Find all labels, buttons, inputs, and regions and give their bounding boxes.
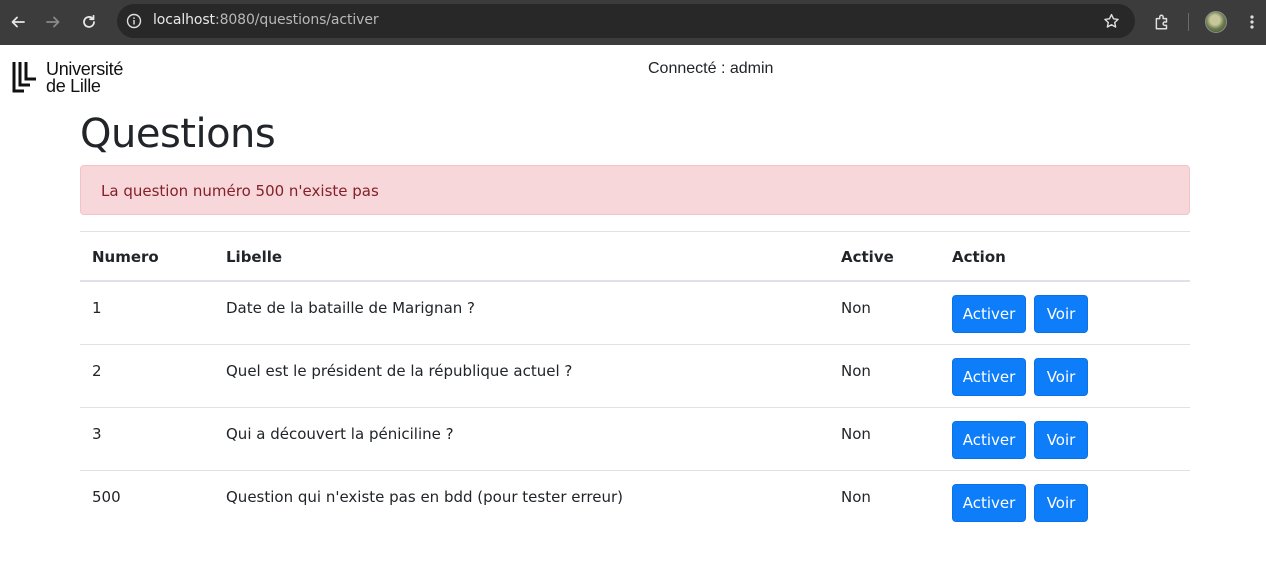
cell-libelle: Date de la bataille de Marignan ? xyxy=(226,299,475,317)
voir-button[interactable]: Voir xyxy=(1034,421,1088,459)
reload-icon[interactable] xyxy=(75,8,103,36)
address-bar[interactable]: localhost:8080/questions/activer xyxy=(117,4,1135,38)
cell-libelle: Quel est le président de la république a… xyxy=(226,362,573,380)
voir-button[interactable]: Voir xyxy=(1034,484,1088,522)
browser-toolbar: localhost:8080/questions/activer xyxy=(0,0,1266,45)
table-row: 1 Date de la bataille de Marignan ? Non … xyxy=(80,282,1190,345)
table-row: 2 Quel est le président de la république… xyxy=(80,345,1190,408)
voir-button[interactable]: Voir xyxy=(1034,295,1088,333)
connected-user: Connecté : admin xyxy=(648,60,774,77)
header-numero: Numero xyxy=(92,248,159,266)
url-text[interactable]: localhost:8080/questions/activer xyxy=(153,12,379,28)
activer-button[interactable]: Activer xyxy=(952,484,1026,522)
cell-numero: 2 xyxy=(92,362,102,380)
profile-avatar[interactable] xyxy=(1205,11,1227,33)
logo-text-line2: de Lille xyxy=(46,76,101,96)
cell-numero: 1 xyxy=(92,299,102,317)
page-title: Questions xyxy=(80,111,276,157)
cell-numero: 500 xyxy=(92,488,121,506)
header-active: Active xyxy=(841,248,894,266)
error-alert: La question numéro 500 n'existe pas xyxy=(80,165,1190,215)
cell-libelle: Question qui n'existe pas en bdd (pour t… xyxy=(226,488,623,506)
toolbar-separator xyxy=(1188,13,1189,31)
cell-active: Non xyxy=(841,488,871,506)
cell-active: Non xyxy=(841,425,871,443)
voir-button[interactable]: Voir xyxy=(1034,358,1088,396)
bookmark-star-icon[interactable] xyxy=(1101,11,1121,31)
activer-button[interactable]: Activer xyxy=(952,358,1026,396)
extensions-icon[interactable] xyxy=(1150,8,1174,36)
universite-lille-logo[interactable]: Université de Lille xyxy=(12,60,136,96)
questions-table: Numero Libelle Active Action 1 Date de l… xyxy=(80,231,1190,534)
table-row: 3 Qui a découvert la péniciline ? Non Ac… xyxy=(80,408,1190,471)
menu-kebab-icon[interactable] xyxy=(1242,8,1262,36)
lille-logo-mark-icon xyxy=(12,62,36,93)
table-header: Numero Libelle Active Action xyxy=(80,232,1190,282)
header-libelle: Libelle xyxy=(226,248,283,266)
forward-icon[interactable] xyxy=(39,8,67,36)
header-action: Action xyxy=(952,248,1006,266)
activer-button[interactable]: Activer xyxy=(952,421,1026,459)
activer-button[interactable]: Activer xyxy=(952,295,1026,333)
cell-libelle: Qui a découvert la péniciline ? xyxy=(226,425,454,443)
url-host: localhost xyxy=(153,12,215,28)
table-row: 500 Question qui n'existe pas en bdd (po… xyxy=(80,471,1190,534)
cell-active: Non xyxy=(841,299,871,317)
back-icon[interactable] xyxy=(4,8,32,36)
site-info-icon[interactable] xyxy=(125,12,143,30)
cell-numero: 3 xyxy=(92,425,102,443)
url-path: :8080/questions/activer xyxy=(214,12,379,28)
cell-active: Non xyxy=(841,362,871,380)
